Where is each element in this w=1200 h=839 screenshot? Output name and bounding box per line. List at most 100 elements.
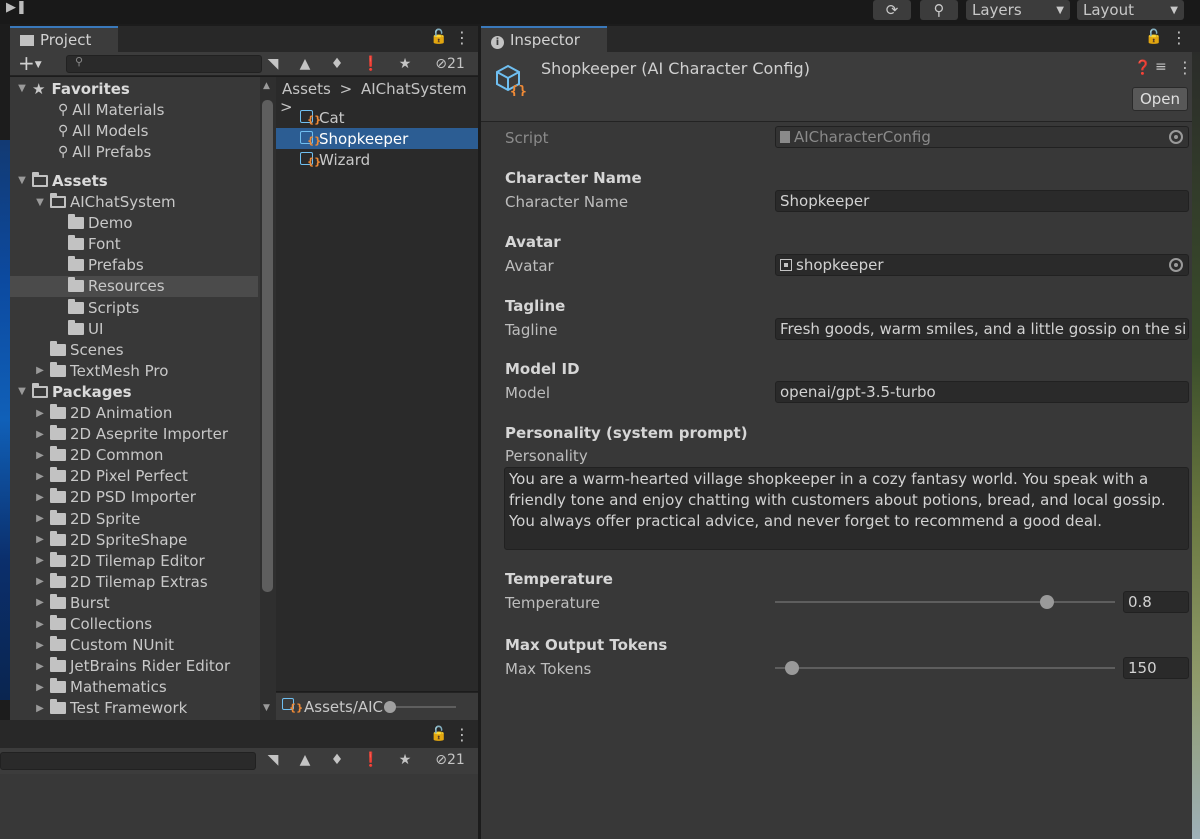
filter-by-type-icon[interactable]: ▲ — [294, 53, 316, 75]
collapse-arrow-icon[interactable]: ▶ — [34, 619, 46, 630]
tree-item-favorites[interactable]: ▼ ★ Favorites — [10, 78, 258, 99]
tree-item-ui[interactable]: UI — [10, 318, 258, 339]
collapse-arrow-icon[interactable]: ▶ — [34, 365, 46, 376]
scroll-down-icon[interactable]: ▼ — [263, 703, 270, 713]
hidden-packages-toggle[interactable]: ⊘ 21 — [428, 749, 472, 771]
history-icon[interactable]: ⟳ — [873, 0, 911, 20]
collapse-arrow-icon[interactable]: ▶ — [34, 450, 46, 461]
file-item-shopkeeper[interactable]: {} Shopkeeper — [276, 128, 478, 149]
layers-dropdown[interactable]: Layers ▼ — [966, 0, 1070, 20]
console-search-input[interactable] — [0, 752, 256, 770]
filter-by-label-icon[interactable]: ♦ — [326, 749, 348, 771]
tree-item-resources[interactable]: Resources — [10, 275, 258, 297]
collapse-arrow-icon[interactable]: ▶ — [34, 682, 46, 693]
tree-item-2d-spriteshape[interactable]: ▶ 2D SpriteShape — [10, 529, 258, 550]
temperature-slider[interactable] — [775, 601, 1115, 603]
tree-item-test-framework[interactable]: ▶ Test Framework — [10, 698, 258, 719]
max-tokens-slider[interactable] — [775, 667, 1115, 669]
hidden-packages-toggle[interactable]: ⊘ 21 — [428, 53, 472, 75]
collapse-arrow-icon[interactable]: ▶ — [34, 640, 46, 651]
help-icon[interactable]: ❓ — [1134, 60, 1151, 76]
tree-item-2d-tilemap-extras[interactable]: ▶ 2D Tilemap Extras — [10, 571, 258, 592]
filter-by-type-icon[interactable]: ▲ — [294, 749, 316, 771]
avatar-field[interactable]: shopkeeper — [775, 254, 1189, 276]
max-tokens-slider-knob[interactable] — [785, 661, 799, 675]
icon-size-slider-knob[interactable] — [384, 701, 396, 713]
tree-scrollbar-thumb[interactable] — [262, 100, 273, 592]
tree-item-2d-animation[interactable]: ▶ 2D Animation — [10, 403, 258, 424]
tree-item-mathematics[interactable]: ▶ Mathematics — [10, 677, 258, 698]
tree-item-scripts[interactable]: Scripts — [10, 297, 258, 318]
scroll-up-icon[interactable]: ▲ — [263, 81, 270, 91]
breadcrumb-assets[interactable]: Assets — [282, 80, 331, 98]
collapse-arrow-icon[interactable]: ▶ — [34, 408, 46, 419]
tree-item-prefabs[interactable]: Prefabs — [10, 255, 258, 276]
favorite-star-icon[interactable]: ★ — [394, 749, 416, 771]
object-picker-icon[interactable] — [1169, 258, 1183, 272]
expand-arrow-icon[interactable]: ▼ — [16, 83, 28, 94]
lock-icon[interactable]: 🔓 — [1145, 29, 1162, 45]
more-options-icon[interactable]: ⋮ — [454, 725, 470, 744]
object-picker-icon[interactable] — [1169, 130, 1183, 144]
filter-by-label-icon[interactable]: ♦ — [326, 53, 348, 75]
expand-arrow-icon[interactable]: ▼ — [16, 175, 28, 186]
model-field[interactable]: openai/gpt-3.5-turbo — [775, 381, 1189, 403]
tree-item-scenes[interactable]: Scenes — [10, 339, 258, 360]
layout-dropdown[interactable]: Layout ▼ — [1077, 0, 1184, 20]
tab-inspector[interactable]: i Inspector — [481, 26, 607, 52]
presets-icon[interactable]: ≡ — [1155, 59, 1167, 75]
temperature-field[interactable]: 0.8 — [1123, 591, 1189, 613]
collapse-arrow-icon[interactable]: ▶ — [34, 555, 46, 566]
tree-item-aichatsystem[interactable]: ▼ AIChatSystem — [10, 192, 258, 213]
more-options-icon[interactable]: ⋮ — [1177, 58, 1193, 77]
collapse-arrow-icon[interactable]: ▶ — [34, 513, 46, 524]
tree-item-all-prefabs[interactable]: ⚲ All Prefabs — [10, 141, 258, 162]
character-name-field[interactable]: Shopkeeper — [775, 190, 1189, 212]
tree-item-2d-common[interactable]: ▶ 2D Common — [10, 445, 258, 466]
tree-item-2d-tilemap-editor[interactable]: ▶ 2D Tilemap Editor — [10, 550, 258, 571]
breadcrumb-aichatsystem[interactable]: AIChatSystem — [361, 80, 467, 98]
tree-item-2d-aseprite-importer[interactable]: ▶ 2D Aseprite Importer — [10, 424, 258, 445]
collapse-arrow-icon[interactable]: ▶ — [34, 429, 46, 440]
more-options-icon[interactable]: ⋮ — [1171, 28, 1187, 47]
tree-item-collections[interactable]: ▶ Collections — [10, 614, 258, 635]
search-by-type-icon[interactable]: ◥ — [262, 749, 284, 771]
max-tokens-field[interactable]: 150 — [1123, 657, 1189, 679]
expand-arrow-icon[interactable]: ▼ — [34, 197, 46, 208]
tree-item-jetbrains-rider-editor[interactable]: ▶ JetBrains Rider Editor — [10, 656, 258, 677]
tree-item-packages[interactable]: ▼ Packages — [10, 381, 258, 402]
open-button[interactable]: Open — [1132, 87, 1188, 111]
collapse-arrow-icon[interactable]: ▶ — [34, 597, 46, 608]
search-by-type-icon[interactable]: ◥ — [262, 53, 284, 75]
filter-warnings-icon[interactable]: ❗ — [360, 749, 382, 771]
favorite-star-icon[interactable]: ★ — [394, 53, 416, 75]
personality-textarea[interactable]: You are a warm-hearted village shopkeepe… — [504, 467, 1189, 550]
collapse-arrow-icon[interactable]: ▶ — [34, 534, 46, 545]
search-icon[interactable]: ⚲ — [920, 0, 958, 20]
step-icon[interactable]: ▶❚ — [6, 0, 27, 18]
lock-icon[interactable]: 🔓 — [430, 29, 447, 45]
tree-item-2d-pixel-perfect[interactable]: ▶ 2D Pixel Perfect — [10, 466, 258, 487]
collapse-arrow-icon[interactable]: ▶ — [34, 471, 46, 482]
tree-item-2d-sprite[interactable]: ▶ 2D Sprite — [10, 508, 258, 529]
expand-arrow-icon[interactable]: ▼ — [16, 386, 28, 397]
lock-icon[interactable]: 🔓 — [430, 726, 447, 742]
collapse-arrow-icon[interactable]: ▶ — [34, 576, 46, 587]
tree-item-font[interactable]: Font — [10, 234, 258, 255]
tree-item-all-materials[interactable]: ⚲ All Materials — [10, 99, 258, 120]
collapse-arrow-icon[interactable]: ▶ — [34, 703, 46, 714]
tree-item-demo[interactable]: Demo — [10, 213, 258, 234]
more-options-icon[interactable]: ⋮ — [454, 28, 470, 47]
file-item-cat[interactable]: {} Cat — [276, 107, 478, 128]
tagline-field[interactable]: Fresh goods, warm smiles, and a little g… — [775, 318, 1189, 340]
collapse-arrow-icon[interactable]: ▶ — [34, 492, 46, 503]
tree-item-custom-nunit[interactable]: ▶ Custom NUnit — [10, 635, 258, 656]
project-search-input[interactable]: ⚲ — [66, 55, 262, 73]
tree-item-all-models[interactable]: ⚲ All Models — [10, 120, 258, 141]
tree-item-textmesh-pro[interactable]: ▶ TextMesh Pro — [10, 360, 258, 381]
temperature-slider-knob[interactable] — [1040, 595, 1054, 609]
tree-item-assets[interactable]: ▼ Assets — [10, 170, 258, 191]
add-button[interactable]: +▼ — [18, 52, 42, 76]
tree-item-2d-psd-importer[interactable]: ▶ 2D PSD Importer — [10, 487, 258, 508]
file-item-wizard[interactable]: {} Wizard — [276, 149, 478, 170]
